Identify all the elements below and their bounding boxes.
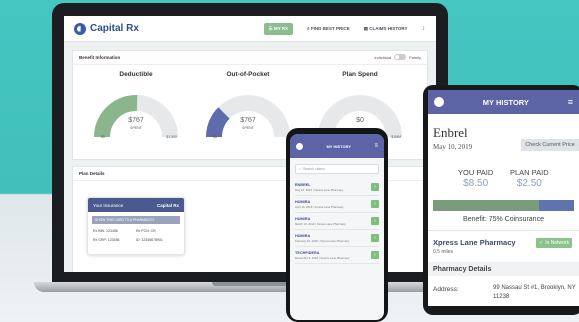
coinsurance-bar (433, 200, 574, 211)
claim-meta: December 5, 2018 | Xpress Lane Pharmacy (295, 255, 350, 260)
you-paid-value: $8.50 (463, 178, 489, 189)
check-price-button[interactable]: Check Current Price (521, 139, 579, 151)
list-item[interactable]: ENBREL May 10, 2019 | Xpress Lane Pharmac… (295, 179, 379, 196)
laptop-notch (212, 282, 288, 286)
insurance-fields: Rx BIN: 123456 Rx PCN: CR Rx GRP: 123456… (88, 224, 184, 242)
chevron-right-icon[interactable]: › (371, 217, 379, 225)
phone-nav: MY HISTORY ≡ (290, 134, 384, 158)
claim-meta: February 10, 2019 | Xpress Lane Pharmacy (295, 238, 350, 243)
list-item[interactable]: HUMIRA February 10, 2019 | Xpress Lane Ph… (295, 230, 379, 247)
pharmacy-details-header: Pharmacy Details (428, 262, 579, 276)
capital-rx-logo-icon[interactable] (434, 97, 444, 107)
insurance-card[interactable]: Your Insurance Capital Rx SHOW THIS CARD… (87, 197, 185, 255)
gauge-label: Out-of-Pocket (226, 71, 270, 78)
nav-my-rx[interactable]: ☰ MY RX (263, 22, 294, 35)
gauge-value: $767 (128, 117, 144, 124)
out-of-pocket-gauge: Out-of-Pocket $767 SPENT $0 $ (195, 65, 301, 139)
menu-icon[interactable]: ≡ (374, 143, 378, 149)
gauge-label: Deductible (119, 71, 153, 78)
plan-paid: PLAN PAID $2.50 (510, 168, 549, 189)
drug-name: HUMIRA (295, 233, 311, 238)
plan-spend-gauge: Plan Spend $0 $1MM (307, 65, 413, 139)
check-icon: ✓ (539, 240, 544, 246)
claim-meta: April 10, 2019 | Xpress Lane Pharmacy (295, 204, 344, 209)
divider (428, 230, 579, 231)
address-value: 99 Nassau St #1, Brooklyn, NY 11238 (493, 285, 576, 300)
chevron-right-icon[interactable]: › (371, 200, 379, 208)
brand[interactable]: Capital Rx (74, 22, 139, 35)
capital-rx-logo-icon (74, 22, 86, 35)
plan-paid-value: $2.50 (516, 178, 542, 189)
tablet-title: MY HISTORY (482, 97, 529, 107)
address-label: Address: (433, 286, 459, 293)
chevron-right-icon[interactable]: › (371, 183, 379, 191)
history-icon: ▤ (363, 25, 368, 31)
coverage-toggle[interactable]: Individual Family (374, 54, 421, 60)
benefit-text: Benefit: 75% Coinsurance (463, 216, 544, 223)
gauge-label: Plan Spend (342, 71, 378, 78)
chevron-right-icon[interactable]: › (371, 234, 379, 242)
top-nav: Capital Rx ☰ MY RX ⌕ FIND BEST PRICE ▤ C… (64, 16, 436, 42)
list-item[interactable]: HUMIRA March 10, 2019 | Xpress Lane Pharm… (295, 213, 379, 230)
search-input[interactable]: ⌕ Search claims (295, 164, 379, 174)
brand-name: Capital Rx (90, 23, 139, 34)
rx-bin: Rx BIN: 123456 (93, 229, 118, 233)
drug-name: Enbrel (433, 125, 468, 140)
claim-meta: March 10, 2019 | Xpress Lane Pharmacy (295, 221, 346, 226)
claim-meta: May 10, 2019 | Xpress Lane Pharmacy (295, 187, 344, 192)
nav-links: ☰ MY RX ⌕ FIND BEST PRICE ▤ CLAIMS HISTO… (263, 22, 427, 35)
search-icon: ⌕ (307, 26, 310, 31)
chevron-right-icon[interactable]: › (371, 251, 379, 259)
menu-icon[interactable]: ≡ (568, 97, 573, 107)
pill-icon: ☰ (268, 25, 273, 31)
insurance-card-brand: Capital Rx (156, 202, 179, 208)
network-badge: ✓ In Network (536, 238, 573, 248)
member-id: ID: 12345678901 (136, 238, 163, 242)
gauge-min: $0 (213, 135, 217, 139)
you-paid: YOU PAID $8.50 (458, 168, 494, 189)
deductible-gauge: Deductible $767 SPENT $0 $1,500 (83, 65, 189, 139)
phone-title: MY HISTORY (326, 143, 352, 149)
search-icon: ⌕ (299, 167, 301, 171)
drug-name: HUMIRA (295, 216, 311, 221)
tablet-nav: MY HISTORY ≡ (428, 90, 579, 114)
drug-name: HUMIRA (295, 199, 311, 204)
nav-find-best-price[interactable]: ⌕ FIND BEST PRICE (307, 26, 350, 31)
capital-rx-logo-icon[interactable] (296, 142, 303, 150)
pharmacy-name[interactable]: Xpress Lane Pharmacy (433, 238, 516, 247)
gauge-max: $1MM (391, 135, 401, 139)
gauge-value: $767 (240, 117, 256, 124)
search-placeholder: Search claims (302, 167, 325, 171)
drug-name: TECHFIDERA (295, 250, 320, 255)
claim-date: May 10, 2019 (433, 143, 473, 151)
coinsurance-bar-rest (538, 200, 574, 211)
gauge-value: $0 (356, 117, 364, 124)
gauge-sub: SPENT (130, 126, 142, 130)
drug-name: ENBREL (295, 182, 311, 187)
phone-screen: MY HISTORY ≡ ⌕ Search claims ENBREL May 1… (290, 134, 384, 320)
insurance-card-header: Your Insurance Capital Rx (88, 198, 184, 212)
list-item[interactable]: HUMIRA April 10, 2019 | Xpress Lane Pharm… (295, 196, 379, 213)
gauge-max: $1,500 (166, 135, 177, 139)
gauge-sub: SPENT (242, 126, 254, 130)
nav-claims-history[interactable]: ▤ CLAIMS HISTORY (364, 26, 408, 32)
tablet-screen: MY HISTORY ≡ Enbrel May 10, 2019 Check C… (428, 90, 579, 306)
insurance-card-note: SHOW THIS CARD TO A PHARMACIST (92, 216, 180, 224)
coinsurance-bar-fill (433, 200, 539, 211)
gauge-min: $0 (101, 135, 105, 139)
toggle-switch[interactable] (394, 54, 407, 60)
rx-pcn: Rx PCN: CR (136, 229, 156, 233)
rx-grp: Rx GRP: 123456 (93, 238, 120, 242)
pharmacy-distance: 0.5 miles (433, 249, 454, 255)
list-item[interactable]: TECHFIDERA December 5, 2018 | Xpress Lane… (295, 247, 379, 264)
more-icon[interactable]: ⋮ (422, 26, 427, 32)
